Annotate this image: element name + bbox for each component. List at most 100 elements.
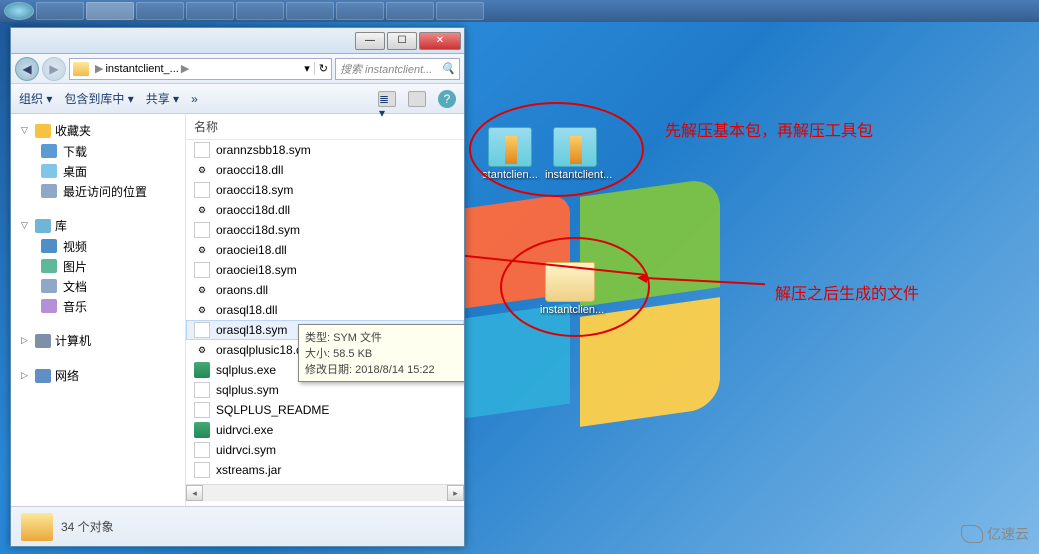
scroll-left-button[interactable]: ◂ [186, 485, 203, 501]
minimize-button[interactable]: — [355, 32, 385, 50]
file-row[interactable]: oraociei18.dll [186, 240, 464, 260]
nav-libraries[interactable]: ▽库 [11, 215, 185, 236]
file-row[interactable]: SQLPLUS_README [186, 400, 464, 420]
file-name: orasql18.sym [216, 323, 287, 337]
dll-file-icon [194, 162, 210, 178]
nav-videos[interactable]: 视频 [11, 236, 185, 256]
file-row[interactable]: orannzsbb18.sym [186, 140, 464, 160]
file-name: sqlplus.exe [216, 363, 276, 377]
page-file-icon [194, 382, 210, 398]
video-icon [41, 239, 57, 253]
preview-pane-button[interactable] [408, 91, 426, 107]
help-button[interactable]: ? [438, 90, 456, 108]
file-name: orasql18.dll [216, 303, 277, 317]
watermark: 亿速云 [961, 524, 1029, 544]
search-box[interactable]: 搜索 instantclient... 🔍 [335, 58, 460, 80]
nav-computer[interactable]: ▷计算机 [11, 330, 185, 351]
nav-favorites[interactable]: ▽收藏夹 [11, 120, 185, 141]
nav-desktop[interactable]: 桌面 [11, 161, 185, 181]
include-in-library-menu[interactable]: 包含到库中 ▾ [64, 90, 133, 107]
file-name: SQLPLUS_README [216, 403, 329, 417]
dll-file-icon [194, 242, 210, 258]
file-name: orannzsbb18.sym [216, 143, 311, 157]
dll-file-icon [194, 202, 210, 218]
nav-downloads[interactable]: 下载 [11, 141, 185, 161]
forward-button[interactable]: ▶ [42, 57, 66, 81]
page-file-icon [194, 142, 210, 158]
overflow-menu[interactable]: » [191, 92, 198, 106]
file-row[interactable]: uidrvci.exe [186, 420, 464, 440]
file-row[interactable]: oraocci18d.dll [186, 200, 464, 220]
organize-menu[interactable]: 组织 ▾ [19, 90, 52, 107]
annotation-ellipse-mid [500, 237, 650, 337]
taskbar-start[interactable] [4, 2, 34, 20]
taskbar-app-1[interactable] [36, 2, 84, 20]
file-tooltip: 类型: SYM 文件 大小: 58.5 KB 修改日期: 2018/8/14 1… [298, 324, 464, 382]
chevron-right-icon[interactable]: ▶ [181, 62, 189, 75]
taskbar-app-4[interactable] [186, 2, 234, 20]
desktop: stantclien... instantclient... instantcl… [0, 22, 1039, 554]
computer-icon [35, 334, 51, 348]
path-segment[interactable]: instantclient_... [105, 63, 178, 75]
taskbar-app-3[interactable] [136, 2, 184, 20]
nav-network[interactable]: ▷网络 [11, 365, 185, 386]
status-bar: 34 个对象 [11, 506, 464, 546]
file-name: oraocci18d.sym [216, 223, 300, 237]
file-row[interactable]: oraons.dll [186, 280, 464, 300]
dll-file-icon [194, 342, 210, 358]
file-name: oraociei18.sym [216, 263, 297, 277]
taskbar-app-5[interactable] [236, 2, 284, 20]
taskbar-app-7[interactable] [336, 2, 384, 20]
taskbar [0, 0, 1039, 22]
nav-recent[interactable]: 最近访问的位置 [11, 181, 185, 201]
star-icon [35, 124, 51, 138]
music-icon [41, 299, 57, 313]
document-icon [41, 279, 57, 293]
maximize-button[interactable]: ☐ [387, 32, 417, 50]
file-name: orasqlplusic18.dll [216, 343, 308, 357]
exe-file-icon [194, 362, 210, 378]
recent-icon [41, 184, 57, 198]
view-options-button[interactable]: ≣ ▾ [378, 91, 396, 107]
file-name: sqlplus.sym [216, 383, 279, 397]
nav-pictures[interactable]: 图片 [11, 256, 185, 276]
file-row[interactable]: oraocci18.sym [186, 180, 464, 200]
refresh-button[interactable]: ↻ [314, 62, 328, 75]
address-bar[interactable]: ▶ instantclient_... ▶ ▾ ↻ [69, 58, 332, 80]
file-name: oraocci18.sym [216, 183, 293, 197]
exe-file-icon [194, 422, 210, 438]
tooltip-date: 修改日期: 2018/8/14 15:22 [305, 361, 461, 377]
folder-icon [73, 62, 89, 76]
taskbar-app-2[interactable] [86, 2, 134, 20]
file-row[interactable]: oraociei18.sym [186, 260, 464, 280]
file-row[interactable]: sqlplus.sym [186, 380, 464, 400]
taskbar-app-6[interactable] [286, 2, 334, 20]
page-file-icon [194, 322, 210, 338]
nav-documents[interactable]: 文档 [11, 276, 185, 296]
taskbar-app-8[interactable] [386, 2, 434, 20]
tooltip-size: 大小: 58.5 KB [305, 345, 461, 361]
annotation-text-right: 解压之后生成的文件 [775, 280, 919, 304]
nav-music[interactable]: 音乐 [11, 296, 185, 316]
back-button[interactable]: ◀ [15, 57, 39, 81]
txt-file-icon [194, 402, 210, 418]
horizontal-scrollbar[interactable]: ◂ ▸ [186, 484, 464, 501]
file-name: uidrvci.exe [216, 423, 273, 437]
dll-file-icon [194, 282, 210, 298]
file-row[interactable]: oraocci18d.sym [186, 220, 464, 240]
page-file-icon [194, 442, 210, 458]
file-name: uidrvci.sym [216, 443, 276, 457]
file-row[interactable]: oraocci18.dll [186, 160, 464, 180]
file-name: xstreams.jar [216, 463, 281, 477]
file-row[interactable]: uidrvci.sym [186, 440, 464, 460]
share-menu[interactable]: 共享 ▾ [146, 90, 179, 107]
taskbar-app-9[interactable] [436, 2, 484, 20]
file-row[interactable]: xstreams.jar [186, 460, 464, 480]
column-header-name[interactable]: 名称 [186, 114, 464, 140]
file-row[interactable]: orasql18.dll [186, 300, 464, 320]
address-dropdown[interactable]: ▾ [304, 62, 310, 75]
scroll-right-button[interactable]: ▸ [447, 485, 464, 501]
page-file-icon [194, 182, 210, 198]
close-button[interactable]: ✕ [419, 32, 461, 50]
titlebar[interactable]: — ☐ ✕ [11, 28, 464, 54]
